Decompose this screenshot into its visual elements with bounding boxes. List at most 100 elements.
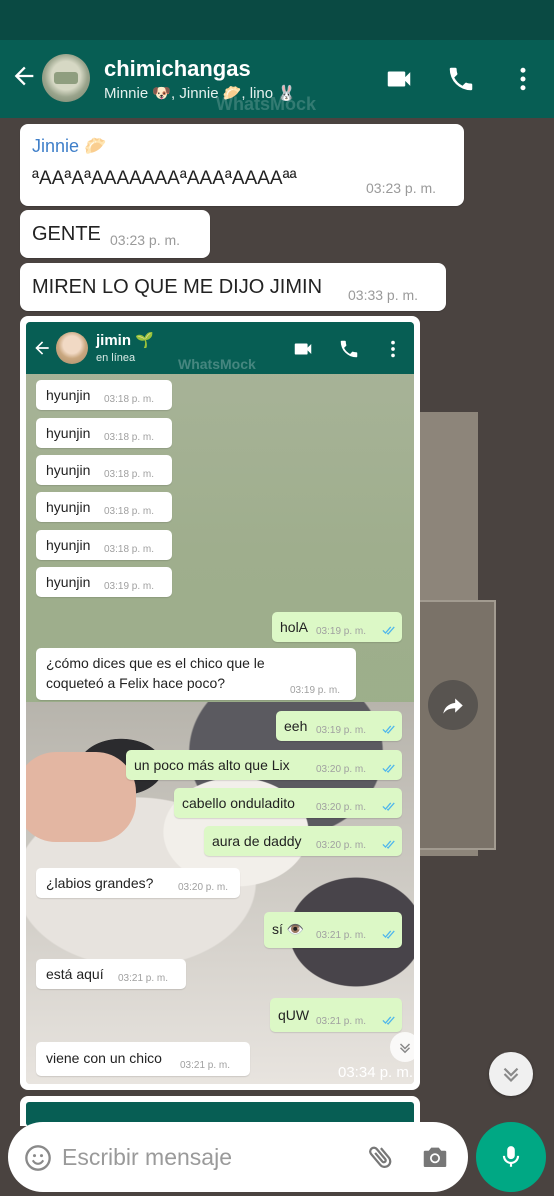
inner-message-text: aura de daddy	[212, 833, 302, 849]
inner-message-text: cabello onduladito	[182, 795, 295, 811]
inner-message: hyunjin 03:19 p. m.	[36, 567, 172, 597]
inner-message-text: un poco más alto que Lix	[134, 757, 290, 773]
inner-message-time: 03:20 p. m.	[316, 764, 367, 775]
double-check-icon	[382, 626, 395, 635]
double-check-icon	[382, 802, 395, 811]
inner-message-text: hyunjin	[46, 425, 91, 441]
double-check-icon	[382, 725, 395, 734]
chat-header: chimichangas Minnie 🐶, Jinnie 🥟, lino 🐰 …	[0, 40, 554, 118]
inner-message: hyunjin 03:18 p. m.	[36, 455, 172, 485]
voice-message-button[interactable]	[476, 1122, 546, 1192]
inner-message-text: hyunjin	[46, 499, 91, 515]
inner-message: está aquí 03:21 p. m.	[36, 959, 186, 989]
more-vert-icon	[391, 340, 395, 358]
chevron-down-icon	[399, 1043, 411, 1054]
inner-message-time: 03:21 p. m.	[316, 1016, 367, 1027]
hand-photo	[26, 752, 136, 842]
message-input[interactable]	[62, 1140, 362, 1174]
inner-message-time: 03:20 p. m.	[316, 840, 367, 851]
inner-message: ¿labios grandes? 03:20 p. m.	[36, 868, 240, 898]
back-arrow-icon	[35, 341, 49, 355]
watermark: WhatsMock	[216, 94, 317, 114]
inner-message: hyunjin 03:18 p. m.	[36, 418, 172, 448]
mic-icon	[502, 1146, 520, 1167]
inner-message-text: eeh	[284, 718, 308, 734]
inner-message-text: coqueteó a Felix hace poco?	[46, 675, 226, 691]
inner-message: hyunjin 03:18 p. m.	[36, 380, 172, 410]
phone-icon	[340, 340, 358, 358]
inner-message-time: 03:21 p. m.	[118, 973, 169, 984]
message-text: MIREN LO QUE ME DIJO JIMIN	[32, 276, 323, 298]
inner-message-outgoing: qUW 03:21 p. m.	[270, 998, 402, 1032]
inner-contact-status: en línea	[96, 352, 136, 364]
phone-icon[interactable]	[446, 64, 476, 94]
emoji-icon[interactable]	[24, 1144, 52, 1172]
group-avatar[interactable]	[42, 54, 90, 102]
more-vert-icon[interactable]	[508, 64, 538, 94]
inner-message-time: 03:19 p. m.	[316, 626, 367, 637]
forward-icon	[443, 698, 463, 714]
inner-message-time: 03:21 p. m.	[316, 930, 367, 941]
inner-message-text: sí 👁️	[272, 921, 305, 937]
inner-message-time: 03:18 p. m.	[104, 394, 155, 405]
watermark: WhatsMock	[178, 356, 256, 372]
message-composer	[8, 1122, 468, 1192]
inner-message-time: 03:19 p. m.	[290, 685, 341, 696]
inner-message-text: ¿labios grandes?	[46, 875, 154, 891]
inner-message-text: hyunjin	[46, 462, 91, 478]
message-time: 03:23 p. m.	[110, 232, 181, 248]
screenshot-image: jimin 🌱 en línea WhatsMock hyunjin 03:18…	[26, 322, 414, 1084]
avatar	[56, 332, 88, 364]
inner-message: hyunjin 03:18 p. m.	[36, 492, 172, 522]
inner-message-time: 03:19 p. m.	[316, 725, 367, 736]
sender-name: Jinnie 🥟	[32, 136, 107, 156]
inner-message: viene con un chico 03:21 p. m.	[36, 1042, 250, 1076]
scroll-down-button[interactable]	[489, 1052, 533, 1096]
inner-message-text: holA	[280, 619, 309, 635]
inner-message-outgoing: sí 👁️ 03:21 p. m.	[264, 912, 402, 948]
bottom-edge	[0, 1196, 554, 1200]
image-message-time: 03:34 p. m.	[338, 1064, 414, 1081]
inner-chat-header: jimin 🌱 en línea WhatsMock	[26, 322, 414, 374]
inner-message: hyunjin 03:18 p. m.	[36, 530, 172, 560]
inner-message: ¿cómo dices que es el chico que le coque…	[36, 648, 356, 700]
double-check-icon	[382, 764, 395, 773]
back-arrow-icon[interactable]	[10, 62, 38, 90]
inner-message-time: 03:19 p. m.	[104, 581, 155, 592]
forward-button[interactable]	[428, 680, 478, 730]
inner-message-outgoing: eeh 03:19 p. m.	[276, 711, 402, 741]
inner-message-text: qUW	[278, 1007, 310, 1023]
inner-message-time: 03:18 p. m.	[104, 506, 155, 517]
image-message[interactable]: jimin 🌱 en línea WhatsMock hyunjin 03:18…	[20, 316, 420, 1090]
chat-title[interactable]: chimichangas	[104, 56, 251, 82]
message-time: 03:33 p. m.	[348, 287, 419, 303]
inner-message-time: 03:21 p. m.	[180, 1060, 231, 1071]
scroll-down-icon	[503, 1067, 519, 1083]
inner-scroll-down-button	[390, 1032, 414, 1062]
message-bubble[interactable]: GENTE 03:23 p. m.	[20, 210, 210, 258]
double-check-icon	[382, 840, 395, 849]
status-bar	[0, 0, 554, 40]
camera-icon[interactable]	[420, 1142, 450, 1172]
message-bubble[interactable]: MIREN LO QUE ME DIJO JIMIN 03:33 p. m.	[20, 263, 446, 311]
inner-message-outgoing: holA 03:19 p. m.	[272, 612, 402, 642]
inner-message-outgoing: cabello onduladito 03:20 p. m.	[174, 788, 402, 818]
inner-message-time: 03:18 p. m.	[104, 432, 155, 443]
attach-icon[interactable]	[366, 1142, 396, 1172]
message-text: ªAAªAªAAAAAAAªAAAªAAAAªª	[32, 168, 297, 189]
inner-message-time: 03:18 p. m.	[104, 544, 155, 555]
inner-message-outgoing: un poco más alto que Lix 03:20 p. m.	[126, 750, 402, 780]
message-bubble[interactable]: Jinnie 🥟 ªAAªAªAAAAAAAªAAAªAAAAªª 03:23 …	[20, 124, 464, 206]
inner-message-time: 03:20 p. m.	[178, 882, 229, 893]
inner-message-text: está aquí	[46, 966, 104, 982]
double-check-icon	[382, 930, 395, 939]
video-call-icon[interactable]	[384, 64, 414, 94]
message-text: GENTE	[32, 223, 101, 245]
inner-message-time: 03:20 p. m.	[316, 802, 367, 813]
inner-message-outgoing: aura de daddy 03:20 p. m.	[204, 826, 402, 856]
inner-message-text: hyunjin	[46, 574, 91, 590]
video-call-icon	[294, 343, 312, 355]
double-check-icon	[382, 1016, 395, 1025]
inner-message-time: 03:18 p. m.	[104, 469, 155, 480]
inner-message-text: hyunjin	[46, 387, 91, 403]
